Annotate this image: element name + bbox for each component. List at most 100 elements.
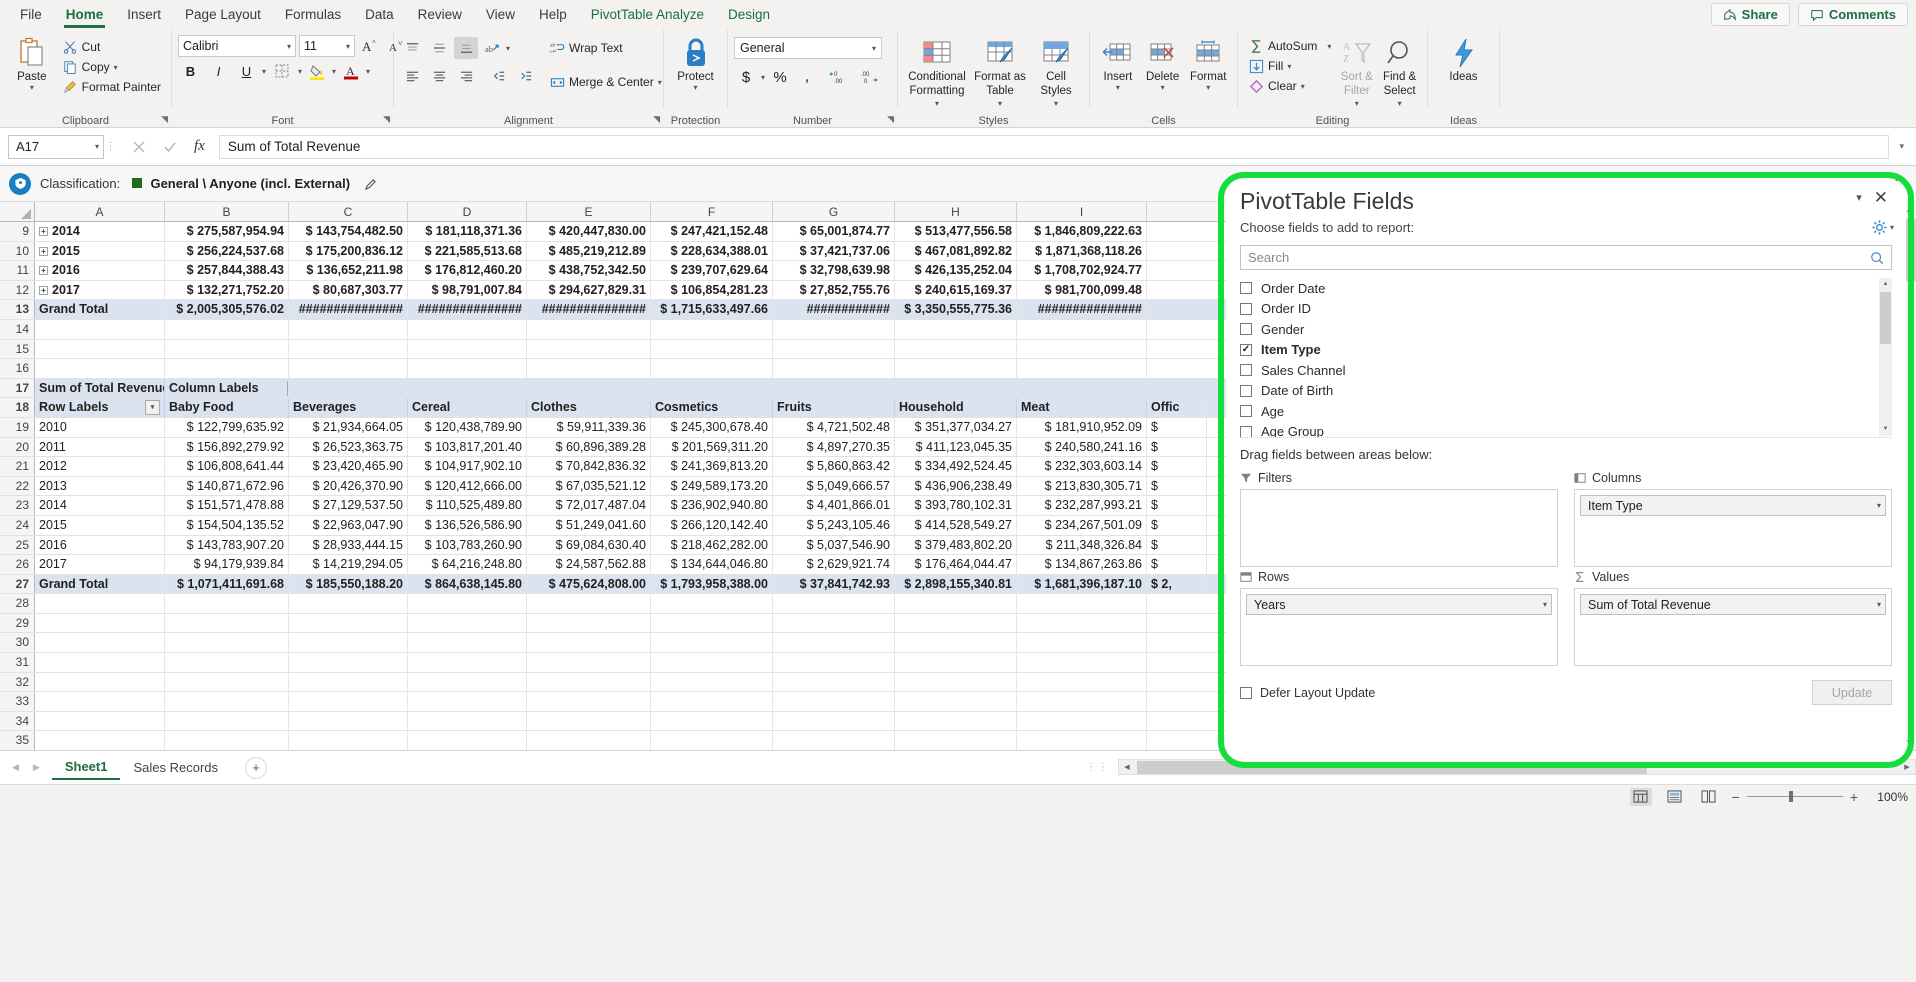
number-dialog-launcher[interactable]: ◥: [887, 114, 894, 125]
cell-b24[interactable]: $ 154,504,135.52: [165, 516, 289, 535]
cell-g33[interactable]: [773, 692, 895, 711]
cell-g21[interactable]: $ 5,860,863.42: [773, 457, 895, 476]
cell-e16[interactable]: [527, 359, 651, 378]
cell-d21[interactable]: $ 104,917,902.10: [408, 457, 527, 476]
cell-h20[interactable]: $ 411,123,045.35: [895, 438, 1017, 457]
cancel-icon[interactable]: [132, 140, 146, 154]
row-header-10[interactable]: 10: [0, 242, 35, 261]
cell-a35[interactable]: [35, 731, 165, 750]
pivot-search-box[interactable]: Search: [1240, 245, 1892, 270]
row-header-23[interactable]: 23: [0, 496, 35, 515]
scrollbar-thumb[interactable]: [1880, 292, 1891, 344]
cell-b28[interactable]: [165, 594, 289, 613]
area-filters-dropzone[interactable]: [1240, 489, 1558, 567]
cell-g12[interactable]: $ 27,852,755.76: [773, 281, 895, 300]
cell-b12[interactable]: $ 132,271,752.20: [165, 281, 289, 300]
cell-i34[interactable]: [1017, 712, 1147, 731]
field-item-sales-channel[interactable]: Sales Channel: [1240, 360, 1892, 381]
cell-a23[interactable]: 2014: [35, 496, 165, 515]
cell-d29[interactable]: [408, 614, 527, 633]
cell-d33[interactable]: [408, 692, 527, 711]
cell-j23[interactable]: $: [1147, 496, 1207, 515]
cell-c33[interactable]: [289, 692, 408, 711]
tab-pivottable-analyze[interactable]: PivotTable Analyze: [579, 3, 716, 28]
cell-c31[interactable]: [289, 653, 408, 672]
font-color-button[interactable]: A: [339, 60, 363, 82]
pivot-field-list[interactable]: Order Date Order ID Gender ✓ Item Type S…: [1240, 278, 1892, 438]
cell-i23[interactable]: $ 232,287,993.21: [1017, 496, 1147, 515]
first-sheet-icon[interactable]: ◀: [12, 762, 19, 773]
cell-c19[interactable]: $ 21,934,664.05: [289, 418, 408, 437]
cell-e10[interactable]: $ 485,219,212.89: [527, 242, 651, 261]
area-pill-years[interactable]: Years ▾: [1246, 594, 1552, 615]
cell-i15[interactable]: [1017, 340, 1147, 359]
cell-h13[interactable]: $ 3,350,555,775.36: [895, 300, 1017, 319]
cell-b23[interactable]: $ 151,571,478.88: [165, 496, 289, 515]
column-header-i[interactable]: I: [1017, 202, 1147, 221]
tab-design[interactable]: Design: [716, 3, 782, 28]
column-header-e[interactable]: E: [527, 202, 651, 221]
row-header-29[interactable]: 29: [0, 614, 35, 633]
cell-d25[interactable]: $ 103,783,260.90: [408, 536, 527, 555]
cell-c35[interactable]: [289, 731, 408, 750]
cell-h9[interactable]: $ 513,477,556.58: [895, 222, 1017, 241]
cell-e15[interactable]: [527, 340, 651, 359]
cell-i30[interactable]: [1017, 633, 1147, 652]
cell-g31[interactable]: [773, 653, 895, 672]
chevron-down-icon[interactable]: ▾: [693, 83, 697, 92]
cell-h15[interactable]: [895, 340, 1017, 359]
checkbox-unchecked[interactable]: [1240, 303, 1252, 315]
cell-h33[interactable]: [895, 692, 1017, 711]
sheet-tab-sheet1[interactable]: Sheet1: [52, 755, 121, 780]
cell-g11[interactable]: $ 32,798,639.98: [773, 261, 895, 280]
cell-b30[interactable]: [165, 633, 289, 652]
cell-b10[interactable]: $ 256,224,537.68: [165, 242, 289, 261]
fill-button[interactable]: Fill ▾: [1244, 56, 1335, 76]
cell-j24[interactable]: $: [1147, 516, 1207, 535]
cell-i14[interactable]: [1017, 320, 1147, 339]
cell-f30[interactable]: [651, 633, 773, 652]
cell-e20[interactable]: $ 60,896,389.28: [527, 438, 651, 457]
cell-g27[interactable]: $ 37,841,742.93: [773, 575, 895, 594]
cell-f34[interactable]: [651, 712, 773, 731]
chevron-down-icon[interactable]: ▾: [30, 83, 34, 92]
cell-i12[interactable]: $ 981,700,099.48: [1017, 281, 1147, 300]
cell-g35[interactable]: [773, 731, 895, 750]
cell-i9[interactable]: $ 1,846,809,222.63: [1017, 222, 1147, 241]
cell-c26[interactable]: $ 14,219,294.05: [289, 555, 408, 574]
cell-d24[interactable]: $ 136,526,586.90: [408, 516, 527, 535]
cell-e31[interactable]: [527, 653, 651, 672]
cell-f9[interactable]: $ 247,421,152.48: [651, 222, 773, 241]
cell-h19[interactable]: $ 351,377,034.27: [895, 418, 1017, 437]
cell-g22[interactable]: $ 5,049,666.57: [773, 477, 895, 496]
cell-b11[interactable]: $ 257,844,388.43: [165, 261, 289, 280]
cell-h26[interactable]: $ 176,464,044.47: [895, 555, 1017, 574]
cell-g29[interactable]: [773, 614, 895, 633]
cell-f25[interactable]: $ 218,462,282.00: [651, 536, 773, 555]
cell-f26[interactable]: $ 134,644,046.80: [651, 555, 773, 574]
chevron-down-icon[interactable]: ▾: [1206, 83, 1210, 92]
row-header-33[interactable]: 33: [0, 692, 35, 711]
cell-g25[interactable]: $ 5,037,546.90: [773, 536, 895, 555]
field-item-age-group[interactable]: Age Group: [1240, 422, 1892, 439]
cell-f32[interactable]: [651, 673, 773, 692]
cell-b17[interactable]: Column Labels ▾: [165, 379, 289, 398]
row-header-13[interactable]: 13: [0, 300, 35, 319]
insert-cells-button[interactable]: Insert ▾: [1096, 33, 1140, 94]
cell-c21[interactable]: $ 23,420,465.90: [289, 457, 408, 476]
cell-c15[interactable]: [289, 340, 408, 359]
zoom-handle[interactable]: [1789, 791, 1793, 802]
cell-f17[interactable]: [651, 379, 773, 398]
cell-f19[interactable]: $ 245,300,678.40: [651, 418, 773, 437]
cell-j19[interactable]: $: [1147, 418, 1207, 437]
cell-a24[interactable]: 2015: [35, 516, 165, 535]
cell-i19[interactable]: $ 181,910,952.09: [1017, 418, 1147, 437]
cell-h24[interactable]: $ 414,528,549.27: [895, 516, 1017, 535]
merge-center-button[interactable]: Merge & Center ▾: [545, 72, 666, 92]
cell-i18[interactable]: Meat: [1017, 398, 1147, 417]
cell-c30[interactable]: [289, 633, 408, 652]
field-item-age[interactable]: Age: [1240, 401, 1892, 422]
cell-e26[interactable]: $ 24,587,562.88: [527, 555, 651, 574]
chevron-down-icon[interactable]: ▾: [761, 73, 765, 82]
select-all-corner[interactable]: [0, 202, 35, 221]
